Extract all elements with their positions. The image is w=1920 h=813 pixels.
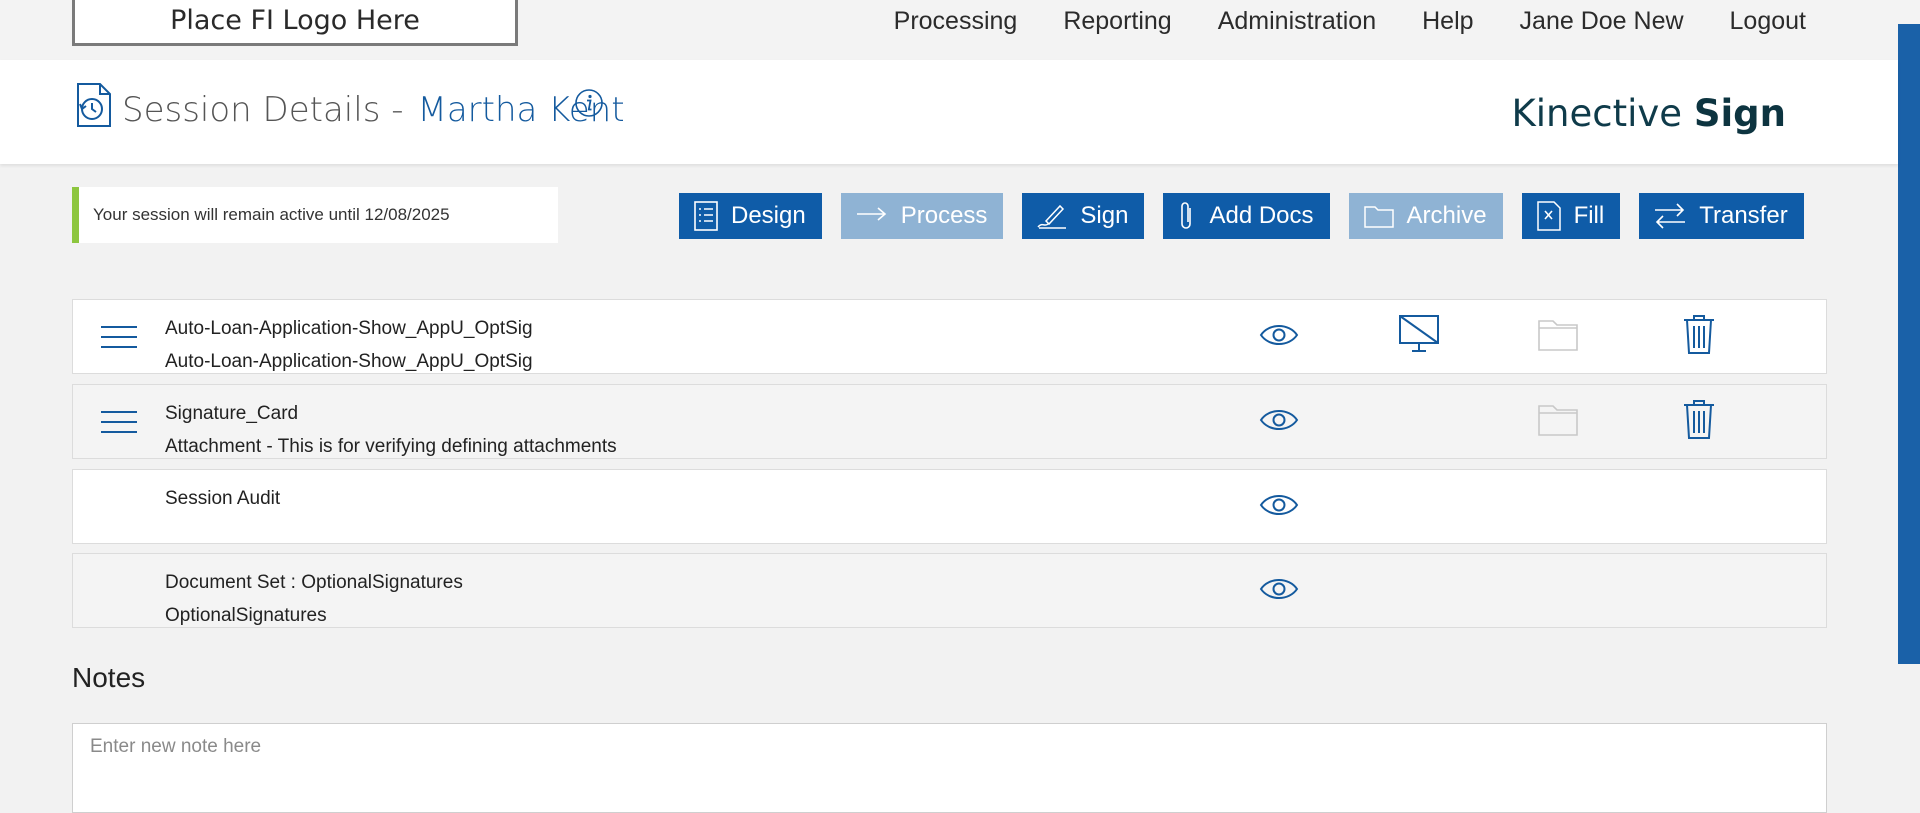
archive-button-label: Archive xyxy=(1406,202,1487,229)
folder-icon[interactable] xyxy=(1537,318,1579,352)
signature-pen-icon xyxy=(1037,204,1067,229)
design-button-label: Design xyxy=(731,202,806,229)
document-subtitle: OptionalSignatures xyxy=(165,605,327,626)
page-header: Session Details - Martha Kent Kinective S… xyxy=(0,60,1898,164)
add-docs-button[interactable]: Add Docs xyxy=(1163,193,1330,239)
sign-button[interactable]: Sign xyxy=(1022,193,1145,239)
nav-administration[interactable]: Administration xyxy=(1218,7,1376,36)
arrow-right-icon xyxy=(856,207,886,221)
document-text: Session Audit xyxy=(165,482,280,515)
session-expiry-notice: Your session will remain active until 12… xyxy=(72,187,558,243)
document-title: Signature_Card xyxy=(165,403,299,424)
main-nav: Processing Reporting Administration Help… xyxy=(848,0,1806,42)
nav-user-name[interactable]: Jane Doe New xyxy=(1520,7,1684,36)
trash-icon[interactable] xyxy=(1682,398,1716,440)
document-subtitle: Attachment - This is for verifying defin… xyxy=(165,436,617,457)
fill-button-label: Fill xyxy=(1573,202,1605,229)
eye-icon[interactable] xyxy=(1259,492,1299,518)
document-row: Auto-Loan-Application-Show_AppU_OptSig A… xyxy=(72,299,1827,374)
transfer-button-label: Transfer xyxy=(1699,202,1788,229)
info-icon[interactable] xyxy=(574,88,604,118)
nav-processing[interactable]: Processing xyxy=(894,7,1018,36)
design-button[interactable]: Design xyxy=(679,193,822,239)
archive-button[interactable]: Archive xyxy=(1348,193,1503,239)
checklist-icon xyxy=(694,201,718,231)
page-title: Session Details - Martha Kent xyxy=(122,90,625,130)
fill-button[interactable]: Fill xyxy=(1521,193,1621,239)
document-text: Document Set : OptionalSignatures Option… xyxy=(165,566,463,632)
session-history-icon xyxy=(77,83,111,127)
drag-handle-icon[interactable] xyxy=(99,322,139,352)
eye-icon[interactable] xyxy=(1259,576,1299,602)
kinective-sign-logo: Kinective Sign xyxy=(1512,92,1786,135)
action-toolbar: Design Process Sign Add Docs Archive Fil… xyxy=(679,193,1804,239)
nav-reporting[interactable]: Reporting xyxy=(1063,7,1171,36)
document-title: Auto-Loan-Application-Show_AppU_OptSig xyxy=(165,318,533,339)
page-title-label: Session Details - xyxy=(122,90,404,130)
eye-icon[interactable] xyxy=(1259,407,1299,433)
transfer-button[interactable]: Transfer xyxy=(1639,193,1804,239)
brand-light: Kinective xyxy=(1511,92,1683,135)
paperclip-icon xyxy=(1181,202,1192,229)
fi-logo-placeholder: Place FI Logo Here xyxy=(72,0,518,46)
notes-heading: Notes xyxy=(72,662,146,693)
trash-icon[interactable] xyxy=(1682,313,1716,355)
form-fill-icon xyxy=(1536,201,1561,231)
add-docs-button-label: Add Docs xyxy=(1209,202,1314,229)
document-text: Signature_Card Attachment - This is for … xyxy=(165,397,617,463)
folder-icon xyxy=(1363,206,1394,228)
document-row: Document Set : OptionalSignatures Option… xyxy=(72,553,1827,628)
document-title: Document Set : OptionalSignatures xyxy=(165,572,463,593)
process-button-label: Process xyxy=(900,202,988,229)
nav-help[interactable]: Help xyxy=(1422,7,1473,36)
document-row: Session Audit xyxy=(72,469,1827,544)
folder-icon[interactable] xyxy=(1537,403,1579,437)
document-subtitle: Auto-Loan-Application-Show_AppU_OptSig xyxy=(165,351,533,372)
brand-bold: Sign xyxy=(1693,92,1786,135)
document-text: Auto-Loan-Application-Show_AppU_OptSig A… xyxy=(165,312,533,378)
scrollbar[interactable] xyxy=(1898,24,1920,664)
drag-handle-icon[interactable] xyxy=(99,407,139,437)
sign-button-label: Sign xyxy=(1080,202,1129,229)
document-title: Session Audit xyxy=(165,488,281,509)
transfer-arrows-icon xyxy=(1655,203,1686,229)
monitor-off-icon[interactable] xyxy=(1398,314,1440,354)
eye-icon[interactable] xyxy=(1259,322,1299,348)
process-button[interactable]: Process xyxy=(840,193,1004,239)
document-row: Signature_Card Attachment - This is for … xyxy=(72,384,1827,459)
nav-logout[interactable]: Logout xyxy=(1730,7,1806,36)
top-bar: Place FI Logo Here Processing Reporting … xyxy=(0,0,1920,60)
